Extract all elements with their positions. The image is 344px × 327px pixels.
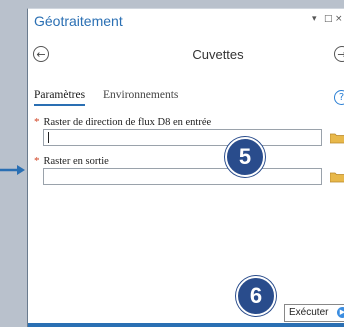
browse-folder-icon[interactable] (330, 171, 344, 183)
restore-icon[interactable]: □ (324, 14, 333, 24)
text-caret (48, 132, 49, 143)
forward-icon[interactable]: → (334, 46, 344, 62)
output-raster-field[interactable] (43, 168, 322, 185)
tab-parametres[interactable]: Paramètres (34, 89, 86, 106)
input-raster-field[interactable] (43, 129, 322, 146)
browse-folder-icon[interactable] (330, 132, 344, 144)
param-label-output-raster: * Raster en sortie (34, 155, 109, 167)
tool-header: ← Cuvettes → (28, 43, 344, 69)
param-label-text: Raster en sortie (43, 156, 109, 167)
tab-environnements[interactable]: Environnements (103, 89, 178, 101)
play-icon: ▶ (337, 307, 344, 318)
help-icon[interactable]: ? (334, 90, 344, 105)
close-icon[interactable]: × (335, 14, 343, 24)
pin-menu-icon[interactable]: ▾ (312, 14, 317, 24)
geoprocessing-pane: Géotraitement ▾ □ × ← Cuvettes → Paramèt… (27, 8, 344, 327)
run-button-label: Exécuter (289, 307, 329, 318)
tab-strip: Paramètres Environnements ? (28, 85, 344, 109)
run-button[interactable]: Exécuter ▶ (284, 304, 344, 322)
tool-name: Cuvettes (192, 47, 244, 62)
required-mark-icon: * (34, 116, 40, 128)
param-label-text: Raster de direction de flux D8 en entrée (43, 117, 212, 128)
pane-title-bar: Géotraitement ▾ □ × (28, 9, 344, 35)
back-icon[interactable]: ← (33, 46, 49, 62)
pane-title: Géotraitement (34, 13, 123, 29)
param-label-input-raster: * Raster de direction de flux D8 en entré… (34, 116, 211, 128)
pane-bottom-border (28, 323, 344, 327)
step-callout-5: 5 (225, 137, 265, 177)
step-callout-6: 6 (236, 276, 276, 316)
pointer-arrow-icon (0, 165, 25, 175)
required-mark-icon: * (34, 155, 40, 167)
